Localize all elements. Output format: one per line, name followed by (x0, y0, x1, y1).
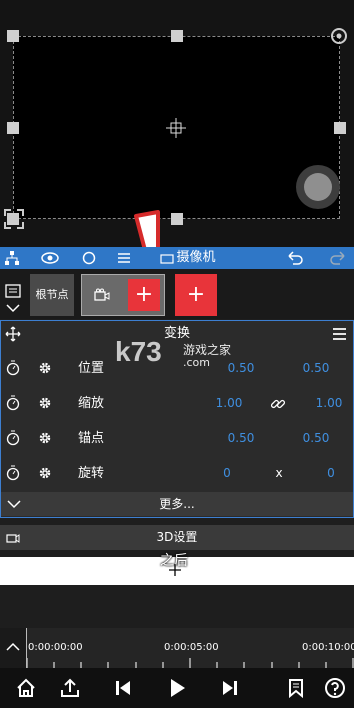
value-x[interactable]: 0.50 (221, 421, 261, 456)
row-label: 位置 (78, 361, 105, 376)
value-x[interactable]: 1.00 (209, 386, 249, 421)
home-icon[interactable] (6, 668, 46, 708)
link-icon[interactable] (270, 396, 286, 412)
chevron-down-icon[interactable] (6, 303, 20, 313)
timeline-track[interactable]: 0:00:00:00 0:00:05:00 0:00:10:00 (26, 628, 354, 668)
transform-row-anchor: 锚点 0.50 0.50 (1, 421, 353, 456)
toolbar-title: 摄像机 (176, 250, 216, 265)
resize-handle-right[interactable] (334, 122, 346, 134)
keyframe-stopwatch-icon[interactable] (5, 360, 21, 376)
resize-handle-tl[interactable] (7, 30, 19, 42)
rotation-axis-label[interactable]: x (271, 456, 287, 491)
move-icon (5, 326, 21, 342)
more-button[interactable]: 更多... (1, 492, 353, 516)
skip-back-icon[interactable] (103, 668, 143, 708)
camera-icon (6, 534, 20, 543)
more-label: 更多... (159, 497, 195, 511)
plus-cursor-icon (169, 564, 181, 576)
hierarchy-icon[interactable] (4, 250, 20, 266)
gear-icon[interactable] (37, 360, 53, 376)
watermark-line2: .com (183, 356, 210, 369)
eye-icon[interactable] (41, 251, 59, 265)
redo-icon[interactable] (330, 251, 346, 265)
keyframe-stopwatch-icon[interactable] (5, 465, 21, 481)
bookmark-icon[interactable] (276, 668, 316, 708)
menu-icon[interactable] (118, 252, 130, 264)
bottom-nav (0, 668, 354, 708)
main-toolbar: 摄像机 (0, 247, 354, 269)
3d-settings-bar[interactable]: 3D设置 (0, 525, 354, 550)
transform-row-scale: 缩放 1.00 1.00 (1, 386, 353, 421)
help-icon[interactable] (315, 668, 354, 708)
fit-screen-icon[interactable] (3, 208, 25, 230)
row-label: 锚点 (78, 431, 105, 446)
value-y[interactable]: 1.00 (309, 386, 349, 421)
value-y[interactable]: 0.50 (296, 421, 336, 456)
row-label: 缩放 (78, 396, 105, 411)
time-label-5: 0:00:05:00 (164, 642, 219, 653)
play-icon[interactable] (157, 668, 197, 708)
camera-icon (160, 254, 174, 264)
time-label-10: 0:00:10:00 (302, 642, 354, 653)
undo-icon[interactable] (287, 251, 303, 265)
gear-icon[interactable] (37, 395, 53, 411)
rotate-reset-icon[interactable] (329, 26, 349, 46)
add-layer-button[interactable]: + (175, 274, 217, 316)
watermark-logo: k73 (115, 336, 162, 367)
transform-row-rotation: 旋转 0 x 0 (1, 456, 353, 491)
panel-menu-icon[interactable] (333, 328, 346, 340)
chevron-down-icon (7, 500, 21, 509)
value-y[interactable]: 0 (311, 456, 351, 491)
watermark: k73 游戏之家 .com (115, 336, 245, 376)
root-node-layer[interactable]: 根节点 (30, 274, 74, 316)
value-x[interactable]: 0 (207, 456, 247, 491)
resize-handle-left[interactable] (7, 122, 19, 134)
keyframe-stopwatch-icon[interactable] (5, 430, 21, 446)
gear-icon[interactable] (37, 430, 53, 446)
camera-node-layer[interactable]: + (81, 274, 165, 316)
resize-handle-top[interactable] (171, 30, 183, 42)
3d-settings-label: 3D设置 (156, 530, 198, 544)
timeline-ticks (26, 658, 354, 668)
skip-forward-icon[interactable] (210, 668, 250, 708)
time-label-0: 0:00:00:00 (28, 642, 83, 653)
share-icon[interactable] (50, 668, 90, 708)
chevron-up-icon[interactable] (6, 642, 20, 652)
list-panel-icon[interactable] (5, 284, 21, 298)
gear-icon[interactable] (37, 465, 53, 481)
circle-icon[interactable] (82, 251, 96, 265)
value-y[interactable]: 0.50 (296, 351, 336, 386)
keyframe-stopwatch-icon[interactable] (5, 395, 21, 411)
joystick-control[interactable] (296, 165, 340, 209)
timeline[interactable]: 0:00:00:00 0:00:05:00 0:00:10:00 (0, 628, 354, 668)
row-label: 旋转 (78, 466, 105, 481)
crosshair-icon (166, 118, 186, 138)
camera-layer-icon (94, 288, 110, 301)
root-node-label: 根节点 (35, 288, 69, 301)
add-child-button[interactable]: + (128, 279, 160, 311)
